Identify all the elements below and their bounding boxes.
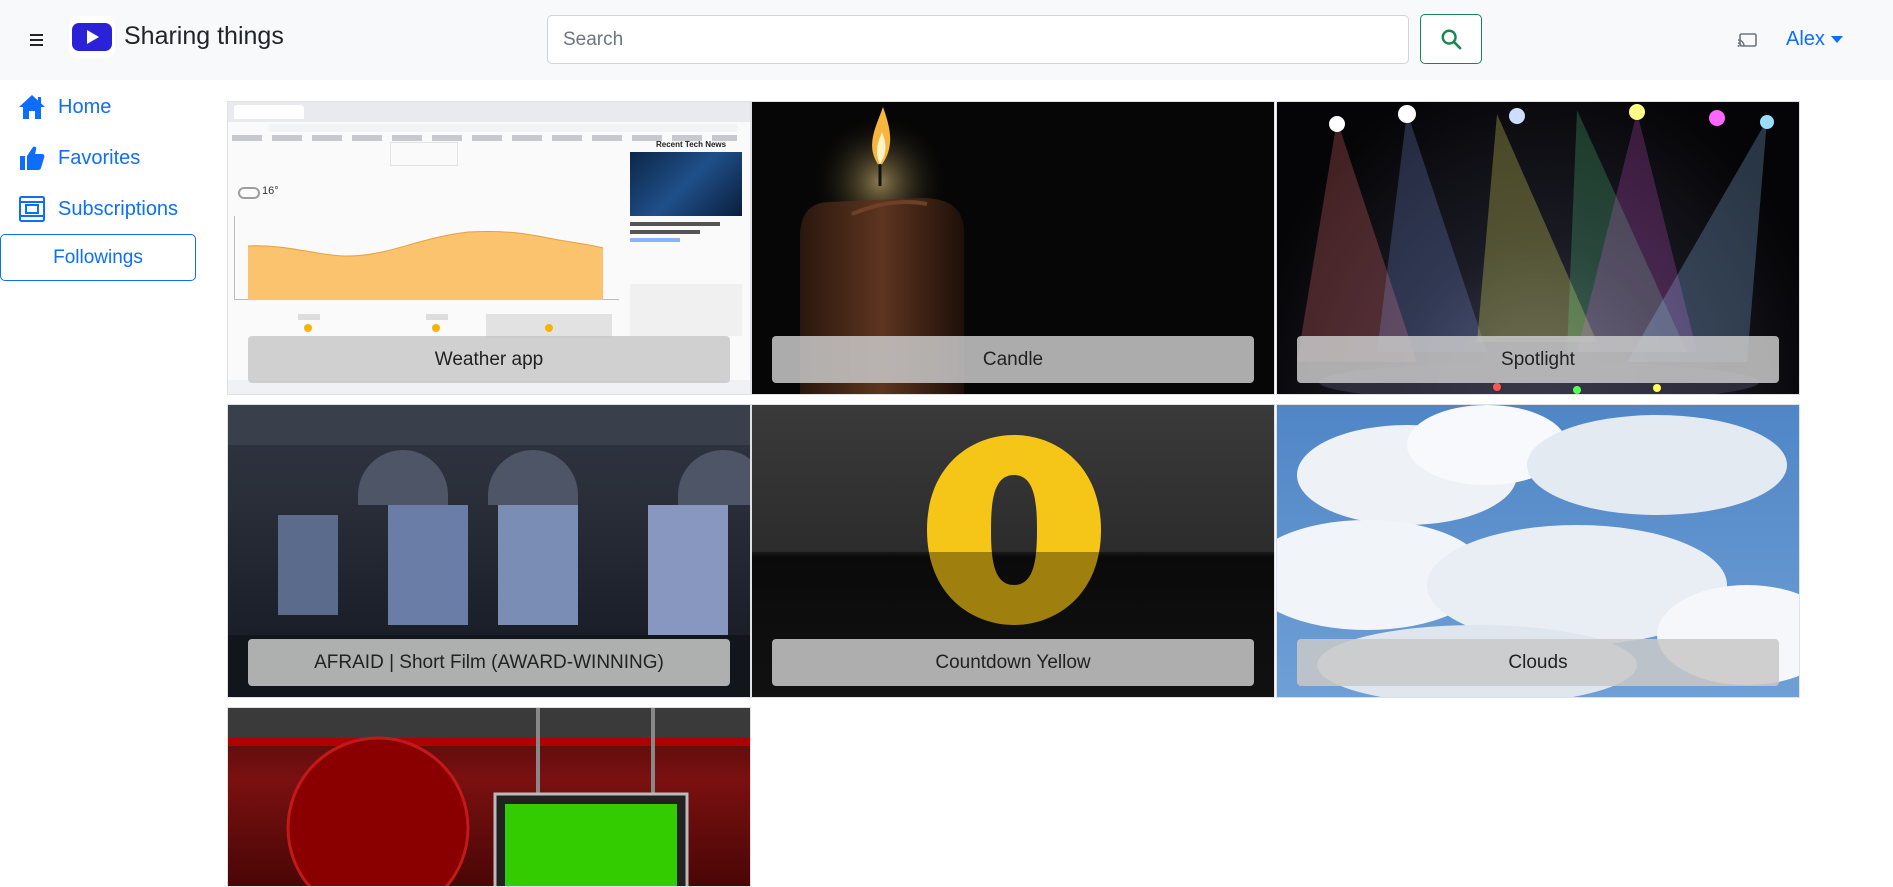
video-card-afraid[interactable]: AFRAID | Short Film (AWARD-WINNING) <box>227 404 751 698</box>
video-title: AFRAID | Short Film (AWARD-WINNING) <box>248 639 730 686</box>
video-card-spotlight[interactable]: Spotlight <box>1276 101 1800 395</box>
caret-down-icon <box>1830 35 1843 43</box>
sidebar-item-label: Home <box>58 96 112 118</box>
home-icon <box>16 91 48 123</box>
video-title: Candle <box>772 336 1254 383</box>
sidebar-item-subscriptions[interactable]: Subscriptions <box>16 193 178 225</box>
search-button[interactable] <box>1420 14 1482 64</box>
brand-logo-icon[interactable] <box>69 16 115 58</box>
video-card-news-studio[interactable] <box>227 707 751 887</box>
followings-button[interactable]: Followings <box>0 234 196 281</box>
temperature-chart <box>248 230 603 300</box>
video-card-countdown-yellow[interactable]: Countdown Yellow <box>751 404 1275 698</box>
weather-temperature: 16° <box>262 185 279 197</box>
brand-name[interactable]: Sharing things <box>124 21 284 51</box>
cloud-icon <box>238 187 260 199</box>
video-thumbnail <box>228 708 750 886</box>
video-title: Clouds <box>1297 639 1779 686</box>
video-title: Weather app <box>248 336 730 383</box>
sidebar-item-home[interactable]: Home <box>16 91 111 123</box>
video-card-candle[interactable]: Candle <box>751 101 1275 395</box>
sidebar-item-label: Favorites <box>58 147 141 169</box>
user-name: Alex <box>1786 28 1825 50</box>
search-icon <box>1441 29 1462 50</box>
user-menu[interactable]: Alex <box>1786 26 1843 52</box>
cast-icon[interactable] <box>1737 31 1759 51</box>
video-card-weather-app[interactable]: 16° Recent Tech News Weather app <box>227 101 751 395</box>
sidebar-item-favorites[interactable]: Favorites <box>16 142 140 174</box>
search-input[interactable] <box>547 15 1409 64</box>
subscriptions-icon <box>16 193 48 225</box>
video-title: Spotlight <box>1297 336 1779 383</box>
thumbs-up-icon <box>16 142 48 174</box>
video-card-clouds[interactable]: Clouds <box>1276 404 1800 698</box>
news-title: Recent Tech News <box>656 140 727 149</box>
sidebar-item-label: Subscriptions <box>58 198 179 220</box>
top-navbar: Sharing things Alex <box>0 0 1893 80</box>
video-title: Countdown Yellow <box>772 639 1254 686</box>
menu-icon[interactable] <box>26 26 48 52</box>
